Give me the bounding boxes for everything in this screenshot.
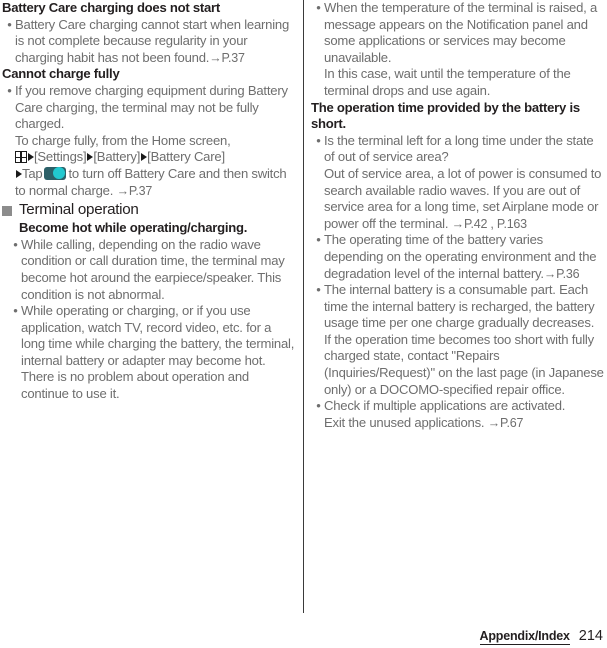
list-item-text: While operating or charging, or if you u… xyxy=(21,303,295,402)
section-header-terminal-operation: Terminal operation xyxy=(2,200,297,220)
bullet-glyph: • xyxy=(316,282,321,298)
page-reference: →P.37 xyxy=(209,50,245,65)
bullet-glyph: • xyxy=(13,303,18,319)
subheading-become-hot: Become hot while operating/charging. xyxy=(19,220,248,236)
bullet-glyph: • xyxy=(316,0,321,15)
list-item-body-part1: If you remove charging equipment during … xyxy=(15,82,288,132)
page-reference: →P.36 xyxy=(543,266,580,281)
step-label-battery-care: [Battery Care] xyxy=(147,149,225,165)
list-item-body: Battery Care charging cannot start when … xyxy=(15,16,290,65)
list-item: • When the temperature of the terminal i… xyxy=(311,0,605,100)
page-reference: →P.67 xyxy=(487,415,524,430)
section-title: Terminal operation xyxy=(19,201,139,219)
list-item: • The operating time of the battery vari… xyxy=(311,232,605,282)
list-item: • Check if multiple applications are act… xyxy=(311,398,605,431)
step-label-settings: [Settings] xyxy=(34,149,87,165)
list-item: • The internal battery is a consumable p… xyxy=(311,282,605,398)
heading-battery-care-not-start: Battery Care charging does not start xyxy=(2,0,221,15)
page-reference: →P.37 xyxy=(116,183,153,198)
page-reference: →P.42 , P.163 xyxy=(451,216,527,231)
list-item-body-part1: Is the terminal left for a long time und… xyxy=(324,132,594,165)
manual-page: Battery Care charging does not start • B… xyxy=(0,0,607,648)
page-footer: Appendix/Index 214 xyxy=(479,628,603,645)
step-label-tap: Tap xyxy=(22,165,43,181)
list-item-body-part2: In this case, wait until the temperature… xyxy=(324,66,571,98)
right-column: • When the temperature of the terminal i… xyxy=(303,0,607,648)
list-item-text: When the temperature of the terminal is … xyxy=(324,0,605,100)
list-item-body-part2: Exit the unused applications. xyxy=(324,414,485,430)
step-arrow-icon xyxy=(140,153,147,162)
step-arrow-icon xyxy=(15,169,22,178)
step-arrow-icon xyxy=(86,153,93,162)
bullet-glyph: • xyxy=(316,398,321,414)
footer-section-tab[interactable]: Appendix/Index xyxy=(479,629,570,645)
list-item-text: The internal battery is a consumable par… xyxy=(324,282,605,398)
bullet-glyph: • xyxy=(13,236,18,252)
page-number: 214 xyxy=(578,628,603,644)
list-item-body-part2: To charge fully, from the Home screen, xyxy=(15,132,231,148)
list-item-text: If you remove charging equipment during … xyxy=(15,83,297,199)
list-item: • While calling, depending on the radio … xyxy=(2,237,297,303)
list-item-body-part1: The internal battery is a consumable par… xyxy=(324,282,595,331)
section-square-icon xyxy=(2,206,12,217)
heading-cannot-charge-fully: Cannot charge fully xyxy=(2,66,120,82)
list-item-body-part1: When the temperature of the terminal is … xyxy=(324,0,598,65)
list-item: • Battery Care charging cannot start whe… xyxy=(2,17,297,67)
left-column: Battery Care charging does not start • B… xyxy=(0,0,303,648)
list-item-body-part1: Check if multiple applications are activ… xyxy=(324,398,566,414)
bullet-glyph: • xyxy=(7,82,12,98)
step-label-battery: [Battery] xyxy=(93,149,141,165)
list-item: • While operating or charging, or if you… xyxy=(2,303,297,403)
two-column-layout: Battery Care charging does not start • B… xyxy=(0,0,607,648)
bullet-glyph: • xyxy=(7,16,12,32)
list-item-text: The operating time of the battery varies… xyxy=(324,232,605,282)
battery-care-toggle-switch[interactable] xyxy=(44,166,67,180)
app-drawer-grid-icon xyxy=(15,151,27,164)
list-item: • Is the terminal left for a long time u… xyxy=(311,133,605,233)
list-item: • If you remove charging equipment durin… xyxy=(2,83,297,199)
list-item-text: While calling, depending on the radio wa… xyxy=(21,236,285,302)
list-item-text: Check if multiple applications are activ… xyxy=(324,398,605,431)
list-item-text: Is the terminal left for a long time und… xyxy=(324,133,605,233)
step-arrow-icon xyxy=(27,153,34,162)
list-item-body-part2: If the operation time becomes too short … xyxy=(324,331,604,397)
bullet-glyph: • xyxy=(316,132,321,148)
heading-operation-time-short: The operation time provided by the batte… xyxy=(311,99,580,132)
list-item-text: Battery Care charging cannot start when … xyxy=(15,17,297,67)
bullet-glyph: • xyxy=(316,232,321,248)
